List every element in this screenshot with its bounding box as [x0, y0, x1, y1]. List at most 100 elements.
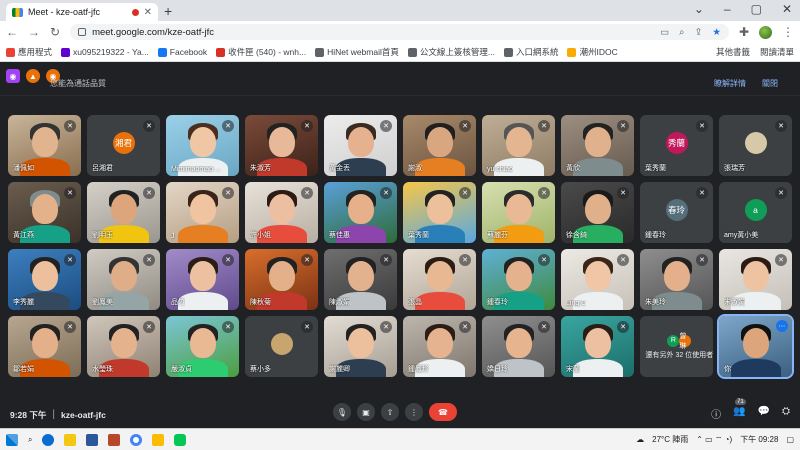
participant-tile[interactable]: ✕ 潘佩如	[8, 115, 81, 176]
participant-tile[interactable]: ✕ J	[166, 182, 239, 243]
bookmark-item[interactable]: 收件匣 (540) - wnh...	[216, 46, 306, 58]
participant-tile[interactable]: ✕ yu chiao	[482, 115, 555, 176]
search-icon[interactable]: ⌕	[679, 27, 684, 38]
participant-tile[interactable]: ✕ 謝淑	[403, 115, 476, 176]
bookmark-item[interactable]: 潮州IDOC	[567, 46, 618, 58]
bookmark-folder[interactable]: 閱讀清單	[760, 46, 794, 58]
bookmark-item[interactable]: 應用程式	[6, 46, 52, 58]
participant-tile[interactable]: ✕ 宋淑娟	[719, 249, 792, 310]
bookmark-item[interactable]: Facebook	[157, 47, 207, 57]
warning-icon[interactable]: ▲	[26, 69, 40, 83]
tab-search-icon[interactable]: ⌄	[694, 2, 704, 16]
participant-tile[interactable]: ✕ 劉明玉	[87, 182, 160, 243]
line-icon[interactable]	[174, 433, 187, 446]
participant-tile[interactable]: ✕ 葉秀蘭	[403, 182, 476, 243]
edge-icon[interactable]	[42, 433, 55, 446]
participant-tile[interactable]: ✕ 水瑩珠	[87, 316, 160, 377]
leave-call-button[interactable]: ☎	[429, 403, 457, 421]
minimize-icon[interactable]: –	[724, 2, 731, 16]
participant-tile[interactable]: ✕ Mimimaomao ...	[166, 115, 239, 176]
participant-tile[interactable]: ⋯ 你	[717, 314, 794, 379]
participant-tile[interactable]: ✕ 嬌日玲	[482, 316, 555, 377]
tray-icons[interactable]: ⌃ ▭ ⌔ ◔)	[696, 435, 732, 445]
word-icon[interactable]	[86, 433, 99, 446]
bookmark-folder[interactable]: 其他書籤	[716, 46, 750, 58]
start-icon[interactable]	[6, 433, 18, 446]
present-button[interactable]: ⇧	[381, 403, 399, 421]
maximize-icon[interactable]: ▢	[751, 2, 762, 16]
chat-icon[interactable]: 💬	[758, 406, 770, 421]
activities-icon[interactable]: ⛭	[782, 406, 790, 421]
chrome-icon[interactable]	[130, 433, 143, 446]
search-icon[interactable]: ⌕	[28, 435, 32, 445]
participant-tile[interactable]: ✕ 劉鳳美	[87, 249, 160, 310]
participant-tile[interactable]: ✕ 朱淑芳	[245, 115, 318, 176]
people-button[interactable]: 71 👥	[733, 399, 746, 421]
back-icon[interactable]: ←	[6, 25, 18, 39]
extension-icon[interactable]: ◉	[6, 69, 20, 83]
participant-tile[interactable]: ✕ 張晶	[403, 249, 476, 310]
participant-tile[interactable]: ✕ 陳淑娟	[324, 249, 397, 310]
info-icon[interactable]: ⓘ	[711, 406, 721, 421]
participant-tile[interactable]: ✕ 徐含錡	[561, 182, 634, 243]
bookmark-star-icon[interactable]: ★	[712, 27, 721, 38]
participant-tile[interactable]: ✕ 黃江燕	[8, 182, 81, 243]
participant-tile[interactable]: ✕ 蔡佳惠	[324, 182, 397, 243]
participant-tile[interactable]: ✕ 黃金丟	[324, 115, 397, 176]
bookmark-item[interactable]: 公文線上簽核管理...	[407, 46, 495, 58]
participant-tile[interactable]: ✕ 鄒若娟	[8, 316, 81, 377]
participant-tile[interactable]: ✕ 許小姐	[245, 182, 318, 243]
participant-tile[interactable]: R 曾琳 還有另外 32 位使用者	[640, 316, 713, 377]
explorer-icon[interactable]	[64, 433, 77, 446]
participant-tile[interactable]: ✕ Ling C	[561, 249, 634, 310]
participant-tile[interactable]: ✕ 張瑞芳	[719, 115, 792, 176]
bookmark-item[interactable]: HiNet webmail首頁	[315, 46, 399, 58]
camera-icon[interactable]: ▭	[660, 27, 669, 38]
menu-icon[interactable]: ⋮	[782, 25, 794, 39]
participant-tile[interactable]: ✕ 黃欣	[561, 115, 634, 176]
participant-tile[interactable]: ✕ 李秀麗	[8, 249, 81, 310]
microphone-button[interactable]: 🎙	[333, 403, 351, 421]
participant-tile[interactable]: a ✕ amy黃小美	[719, 182, 792, 243]
extensions-icon[interactable]: ✚	[739, 25, 749, 39]
participant-tile[interactable]: ✕ 品竹	[166, 249, 239, 310]
app-icon[interactable]	[152, 433, 165, 446]
close-window-icon[interactable]: ✕	[782, 2, 792, 16]
bookmark-item[interactable]: xu095219322 - Ya...	[61, 47, 149, 57]
reload-icon[interactable]: ↻	[50, 25, 60, 39]
participant-tile[interactable]: ✕ 鍾鳳珍	[403, 316, 476, 377]
participant-tile[interactable]: ✕ 宋蘭	[561, 316, 634, 377]
close-link[interactable]: 關閉	[762, 78, 778, 89]
learn-more-link[interactable]: 瞭解詳情	[714, 78, 746, 89]
more-options-button[interactable]: ⋮	[405, 403, 423, 421]
tab-meet[interactable]: Meet - kze-oatf-jfc ✕	[6, 3, 158, 21]
participant-tile[interactable]: ✕ 蘇麗芬	[482, 182, 555, 243]
participant-body	[177, 292, 228, 310]
participant-face	[31, 127, 58, 157]
participant-tile[interactable]: ✕ 鍾春玲	[482, 249, 555, 310]
notifications-icon[interactable]: ▢	[786, 435, 794, 444]
camera-button[interactable]: ▣	[357, 403, 375, 421]
new-tab-button[interactable]: +	[164, 3, 172, 19]
more-options-icon[interactable]: ⋯	[776, 320, 788, 332]
participant-tile[interactable]: ✕ 朱美玲	[640, 249, 713, 310]
powerpoint-icon[interactable]	[108, 433, 121, 446]
participant-tile[interactable]: 春玲 ✕ 鍾春玲	[640, 182, 713, 243]
participant-tile[interactable]: ✕ 謝麗卿	[324, 316, 397, 377]
close-tab-icon[interactable]: ✕	[144, 7, 152, 18]
forward-icon[interactable]: →	[28, 25, 40, 39]
bookmark-item[interactable]: 入口網系統	[503, 46, 558, 58]
participant-tile[interactable]: 湘君 ✕ 呂湘君	[87, 115, 160, 176]
participant-tile[interactable]: 秀蘭 ✕ 葉秀蘭	[640, 115, 713, 176]
participant-tile[interactable]: ✕ 蔡小多	[245, 316, 318, 377]
url-input[interactable]: meet.google.com/kze-oatf-jfc ▭ ⌕ ⇪ ★	[70, 24, 729, 40]
mic-muted-icon: ✕	[143, 321, 155, 333]
weather-text[interactable]: 27°C 陣雨	[652, 434, 688, 445]
participant-name: 品竹	[171, 299, 185, 306]
profile-avatar[interactable]	[759, 25, 772, 39]
clock[interactable]: 下午 09:28	[740, 434, 778, 445]
share-icon[interactable]: ⇪	[694, 27, 702, 38]
participant-tile[interactable]: ✕ 陳秋菊	[245, 249, 318, 310]
participant-face	[347, 261, 374, 291]
participant-tile[interactable]: ✕ 嚴淑貞	[166, 316, 239, 377]
